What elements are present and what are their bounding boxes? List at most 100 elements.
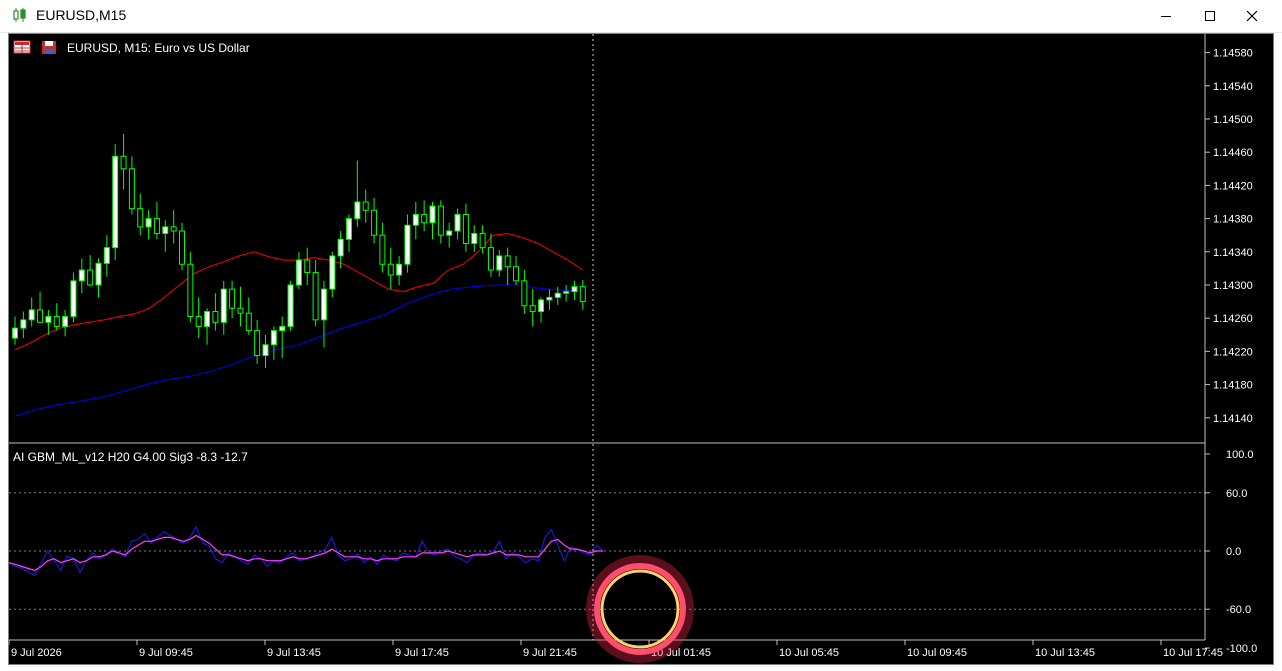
- price-tick-label: 1.14300: [1213, 280, 1253, 292]
- candle[interactable]: [279, 316, 286, 359]
- indicator-tick-label: -60.0: [1226, 604, 1251, 616]
- candle[interactable]: [137, 193, 144, 236]
- candle[interactable]: [546, 289, 553, 310]
- candle[interactable]: [496, 250, 503, 277]
- candle[interactable]: [145, 210, 152, 240]
- time-tick-label: 9 Jul 13:45: [267, 647, 321, 659]
- candle[interactable]: [195, 297, 202, 339]
- candle[interactable]: [329, 251, 336, 298]
- price-tick-label: 1.14460: [1213, 147, 1253, 159]
- candle[interactable]: [128, 156, 135, 215]
- minimize-button[interactable]: [1144, 0, 1188, 32]
- candle[interactable]: [462, 203, 469, 252]
- candle[interactable]: [304, 247, 311, 285]
- time-tick-label: 9 Jul 17:45: [395, 647, 449, 659]
- chart-window[interactable]: 1.14580 1.14540 1.14500 1.14460 1.14420 1.143…: [8, 33, 1274, 665]
- window-title: EURUSD,M15: [36, 7, 127, 23]
- save-icon[interactable]: [42, 41, 56, 54]
- indicator-tick-label: 100.0: [1226, 449, 1254, 461]
- candle[interactable]: [362, 189, 369, 223]
- time-tick-label: 10 Jul 05:45: [779, 647, 839, 659]
- candle[interactable]: [170, 210, 177, 244]
- candle[interactable]: [521, 270, 528, 315]
- price-tick-label: 1.14260: [1213, 313, 1253, 325]
- candle[interactable]: [245, 297, 252, 335]
- candle[interactable]: [237, 286, 244, 327]
- candle[interactable]: [579, 279, 586, 310]
- candle[interactable]: [229, 280, 236, 319]
- candle[interactable]: [12, 316, 18, 345]
- candle[interactable]: [387, 247, 394, 290]
- candle[interactable]: [513, 255, 519, 285]
- indicator-signal-line: [8, 534, 603, 572]
- candle[interactable]: [70, 272, 77, 323]
- candle[interactable]: [404, 214, 411, 273]
- maximize-button[interactable]: [1188, 0, 1232, 32]
- candle[interactable]: [28, 297, 35, 327]
- candle[interactable]: [212, 293, 219, 331]
- candle[interactable]: [78, 258, 85, 294]
- candle[interactable]: [112, 143, 119, 261]
- price-tick-label: 1.14140: [1213, 413, 1253, 425]
- time-tick-label: 9 Jul 21:45: [523, 647, 577, 659]
- candle[interactable]: [437, 200, 444, 244]
- candle[interactable]: [571, 280, 578, 300]
- minimize-icon: [1161, 16, 1171, 17]
- candle[interactable]: [220, 280, 227, 335]
- candle[interactable]: [53, 303, 60, 331]
- candle[interactable]: [187, 251, 194, 323]
- time-tick-label: 9 Jul 09:45: [139, 647, 193, 659]
- candle[interactable]: [538, 297, 545, 323]
- price-tick-label: 1.14420: [1213, 180, 1253, 192]
- price-tick-label: 1.14340: [1213, 247, 1253, 259]
- candle[interactable]: [371, 197, 378, 244]
- candle[interactable]: [120, 133, 127, 190]
- candle[interactable]: [421, 200, 428, 232]
- indicator-tick-label: 0.0: [1226, 546, 1241, 558]
- candle[interactable]: [429, 201, 436, 240]
- candle[interactable]: [454, 208, 461, 240]
- candle[interactable]: [270, 326, 277, 360]
- candle[interactable]: [446, 222, 453, 248]
- ma-slow-line: [14, 284, 583, 417]
- grid-table-icon[interactable]: [13, 40, 31, 54]
- candle[interactable]: [529, 289, 536, 327]
- candle[interactable]: [37, 291, 44, 323]
- candle[interactable]: [20, 311, 27, 339]
- candle[interactable]: [95, 258, 102, 298]
- candle[interactable]: [254, 319, 261, 364]
- candle[interactable]: [103, 235, 110, 277]
- candle[interactable]: [504, 247, 511, 285]
- close-icon: [1246, 10, 1258, 22]
- candle[interactable]: [153, 201, 160, 240]
- candle[interactable]: [379, 222, 386, 273]
- candle[interactable]: [87, 255, 94, 287]
- candle[interactable]: [179, 222, 185, 271]
- candle[interactable]: [320, 280, 327, 348]
- close-button[interactable]: [1230, 0, 1274, 32]
- candle[interactable]: [563, 284, 570, 302]
- candle[interactable]: [346, 214, 352, 252]
- time-tick-label: 10 Jul 17:45: [1163, 647, 1223, 659]
- price-tick-label: 1.14220: [1213, 346, 1253, 358]
- candle[interactable]: [354, 160, 361, 227]
- candle[interactable]: [204, 308, 211, 345]
- candle[interactable]: [295, 251, 302, 290]
- indicator-tick-label: 60.0: [1226, 488, 1247, 500]
- candle[interactable]: [287, 280, 294, 331]
- time-tick-label: 9 Jul 2026: [11, 647, 62, 659]
- candle[interactable]: [396, 255, 403, 285]
- candle[interactable]: [162, 220, 169, 252]
- candle[interactable]: [62, 309, 69, 337]
- candle[interactable]: [312, 260, 319, 327]
- candle[interactable]: [45, 309, 52, 335]
- price-chart[interactable]: 1.14580 1.14540 1.14500 1.14460 1.14420 1.143…: [8, 34, 1273, 664]
- candle[interactable]: [471, 225, 478, 252]
- price-tick-label: 1.14580: [1213, 48, 1253, 60]
- indicator-label: AI GBM_ML_v12 H20 G4.00 Sig3 -8.3 -12.7: [13, 450, 248, 464]
- price-tick-label: 1.14500: [1213, 114, 1253, 126]
- candle[interactable]: [412, 201, 419, 240]
- chart-header-label: EURUSD, M15: Euro vs US Dollar: [67, 41, 250, 55]
- candle[interactable]: [262, 334, 269, 368]
- candlestick-icon: [13, 8, 26, 22]
